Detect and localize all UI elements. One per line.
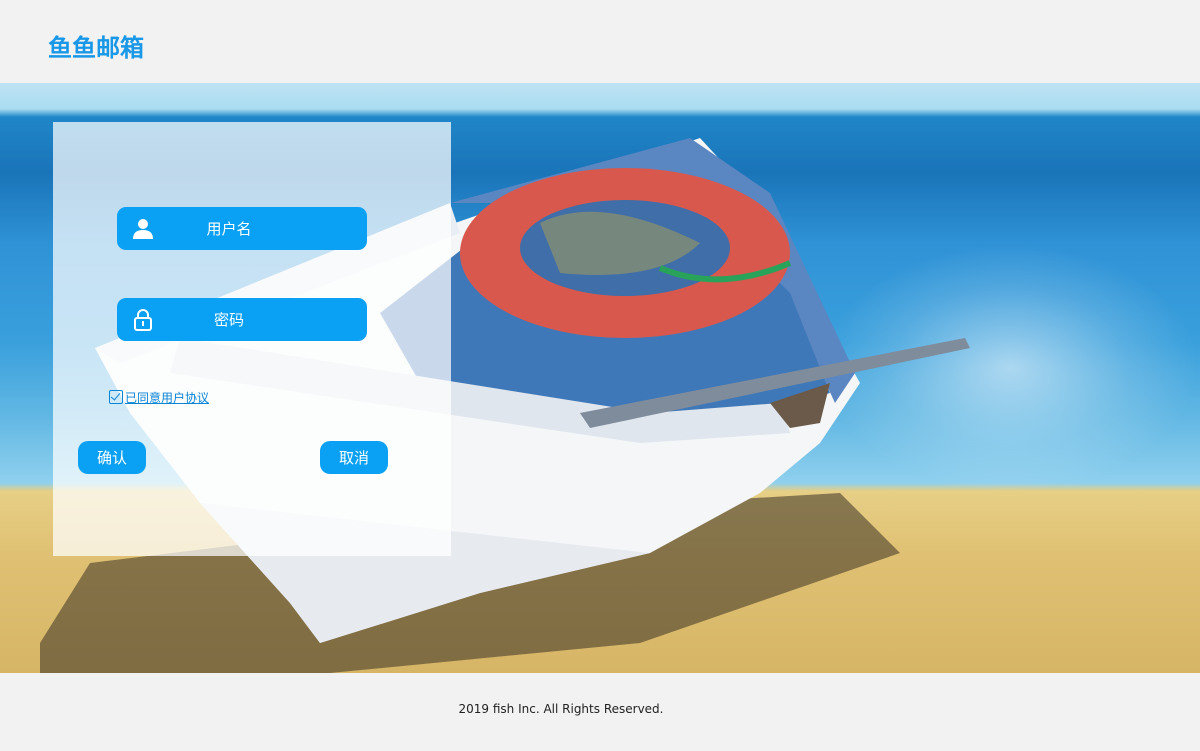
username-input[interactable]: 用户名 — [117, 207, 367, 250]
login-panel: 用户名 密码 已同意用户协议 确认 取消 — [53, 122, 451, 556]
password-input[interactable]: 密码 — [117, 298, 367, 341]
site-logo[interactable]: 鱼鱼邮箱 — [48, 28, 144, 63]
username-placeholder: 用户名 — [206, 220, 252, 238]
page-header: 鱼鱼邮箱 — [0, 0, 1200, 83]
checkbox-checked-icon[interactable] — [109, 390, 123, 404]
agree-agreement: 已同意用户协议 — [109, 389, 209, 405]
page-footer: 2019 fish Inc. All Rights Reserved. — [0, 673, 1200, 751]
confirm-button[interactable]: 确认 — [78, 441, 146, 474]
cancel-button[interactable]: 取消 — [320, 441, 388, 474]
password-placeholder: 密码 — [213, 311, 244, 329]
copyright-text: 2019 fish Inc. All Rights Reserved. — [458, 702, 664, 716]
user-agreement-link[interactable]: 已同意用户协议 — [125, 389, 209, 406]
